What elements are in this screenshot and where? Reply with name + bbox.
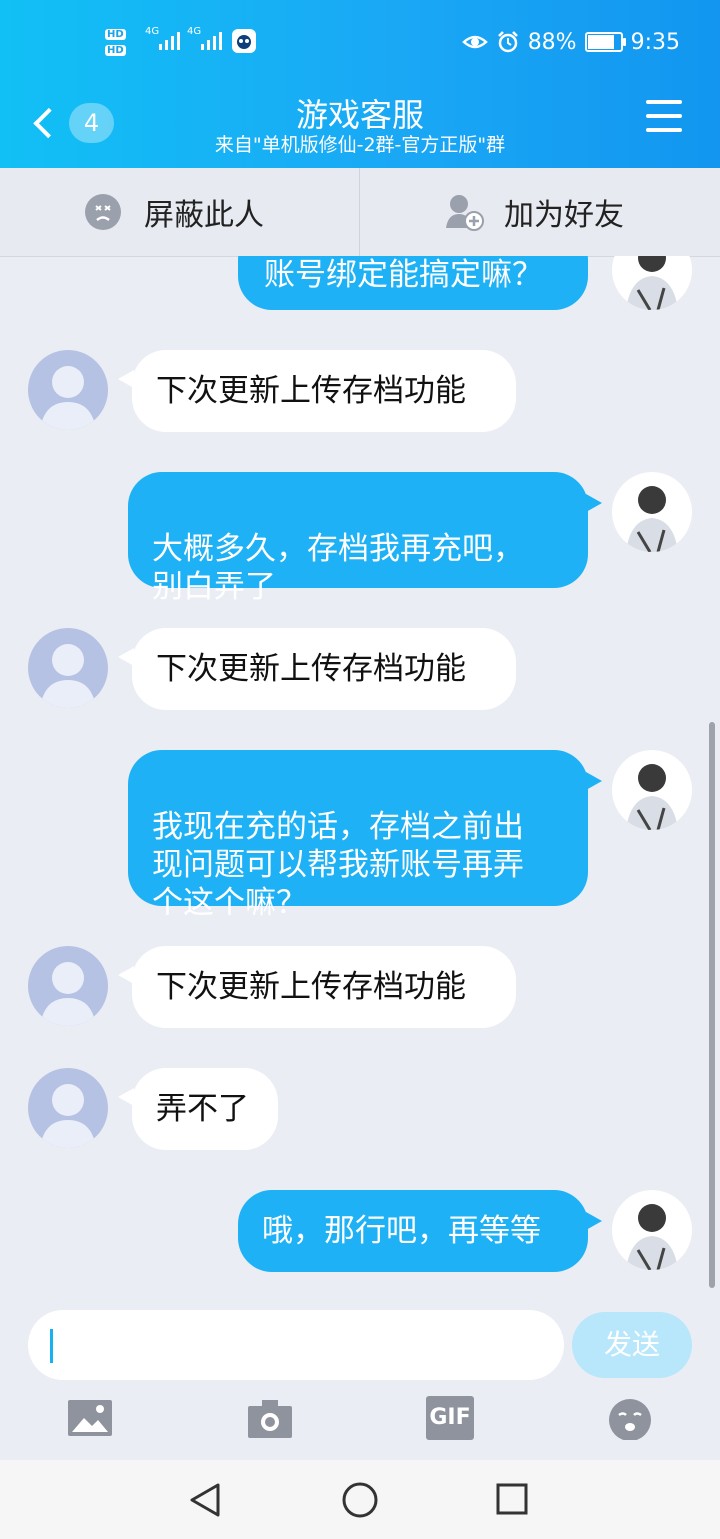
scrollbar[interactable] bbox=[709, 722, 715, 1288]
menu-button[interactable] bbox=[646, 100, 682, 132]
input-bar: 发送 GIF bbox=[0, 1300, 720, 1460]
gif-label: GIF bbox=[429, 1405, 471, 1430]
my-avatar[interactable] bbox=[612, 1190, 692, 1270]
emoji-icon[interactable] bbox=[606, 1396, 654, 1440]
battery-icon bbox=[584, 32, 626, 52]
message-bubble-mine[interactable]: 我现在充的话，存档之前出 现问题可以帮我新账号再弄 个这个嘛？ bbox=[128, 750, 588, 921]
signal-icon-2 bbox=[201, 32, 222, 50]
block-user-button[interactable]: 屏蔽此人 bbox=[84, 168, 264, 256]
message-text: 下次更新上传存档功能 bbox=[156, 969, 466, 1005]
camera-icon[interactable] bbox=[246, 1396, 294, 1440]
app-notification-icon bbox=[232, 29, 256, 53]
chat-subtitle: 来自"单机版修仙-2群-官方正版"群 bbox=[214, 134, 506, 156]
my-avatar[interactable] bbox=[612, 256, 692, 310]
add-friend-button[interactable]: 加为好友 bbox=[444, 168, 624, 256]
default-avatar-icon bbox=[40, 1084, 96, 1148]
user-photo-icon bbox=[626, 764, 678, 830]
system-nav-bar bbox=[0, 1460, 720, 1539]
message-text: 哦，那行吧，再等等 bbox=[262, 1213, 541, 1249]
block-user-label: 屏蔽此人 bbox=[144, 198, 264, 233]
battery-percent: 88% bbox=[527, 29, 577, 55]
message-text: 我现在充的话，存档之前出 现问题可以帮我新账号再弄 个这个嘛？ bbox=[152, 809, 524, 921]
network-indicators: HD HD 4G 4G bbox=[105, 22, 265, 62]
add-friend-icon bbox=[446, 195, 484, 231]
user-photo-icon bbox=[626, 1204, 678, 1270]
default-avatar-icon bbox=[40, 962, 96, 1026]
message-text: 弄不了 bbox=[156, 1091, 249, 1127]
status-right: 88% 9:35 bbox=[461, 26, 680, 58]
block-icon bbox=[85, 194, 121, 230]
contact-avatar[interactable] bbox=[28, 628, 108, 708]
contact-avatar[interactable] bbox=[28, 1068, 108, 1148]
text-caret bbox=[50, 1329, 53, 1363]
message-text: 下次更新上传存档功能 bbox=[156, 373, 466, 409]
contact-avatar[interactable] bbox=[28, 350, 108, 430]
clock: 9:35 bbox=[630, 29, 680, 55]
user-photo-icon bbox=[626, 486, 678, 552]
message-bubble-theirs[interactable]: 下次更新上传存档功能 bbox=[132, 350, 516, 432]
hd2-badge: HD bbox=[105, 45, 126, 56]
message-bubble-theirs[interactable]: 弄不了 bbox=[132, 1068, 278, 1150]
eye-icon bbox=[461, 35, 488, 49]
message-text: 账号绑定能搞定嘛？ bbox=[264, 257, 543, 293]
alarm-icon bbox=[497, 31, 518, 53]
message-bubble-theirs[interactable]: 下次更新上传存档功能 bbox=[132, 628, 516, 710]
battery-fill bbox=[587, 35, 614, 49]
nav-back-icon[interactable] bbox=[188, 1482, 222, 1518]
message-bubble-mine[interactable]: 哦，那行吧，再等等 bbox=[238, 1190, 588, 1272]
menu-icon bbox=[646, 100, 682, 104]
image-icon[interactable] bbox=[66, 1396, 114, 1440]
message-bubble-mine[interactable]: 大概多久，存档我再充吧， 别白弄了 bbox=[128, 472, 588, 605]
status-bar: HD HD 4G 4G 88% 9:35 bbox=[0, 0, 720, 84]
action-divider bbox=[359, 168, 360, 256]
gif-button[interactable]: GIF bbox=[426, 1396, 474, 1440]
my-avatar[interactable] bbox=[612, 750, 692, 830]
message-bubble-mine[interactable]: 账号绑定能搞定嘛？ bbox=[238, 256, 588, 310]
contact-avatar[interactable] bbox=[28, 946, 108, 1026]
message-input[interactable] bbox=[28, 1310, 564, 1380]
action-bar: 屏蔽此人 加为好友 bbox=[0, 168, 720, 257]
my-avatar[interactable] bbox=[612, 472, 692, 552]
nav-home-icon[interactable] bbox=[341, 1481, 379, 1519]
default-avatar-icon bbox=[40, 644, 96, 708]
message-list[interactable]: 账号绑定能搞定嘛？ 下次更新上传存档功能 大概多久，存档我再充吧， 别白弄了 下… bbox=[0, 256, 720, 1300]
message-bubble-theirs[interactable]: 下次更新上传存档功能 bbox=[132, 946, 516, 1028]
message-text: 大概多久，存档我再充吧， 别白弄了 bbox=[152, 531, 524, 605]
default-avatar-icon bbox=[40, 366, 96, 430]
signal-icon bbox=[159, 32, 180, 50]
send-button[interactable]: 发送 bbox=[572, 1312, 692, 1378]
chat-header: 4 游戏客服 来自"单机版修仙-2群-官方正版"群 bbox=[0, 84, 720, 168]
nav-recents-icon[interactable] bbox=[495, 1482, 529, 1516]
message-text: 下次更新上传存档功能 bbox=[156, 651, 466, 687]
add-friend-label: 加为好友 bbox=[504, 198, 624, 233]
user-photo-icon bbox=[626, 256, 678, 310]
